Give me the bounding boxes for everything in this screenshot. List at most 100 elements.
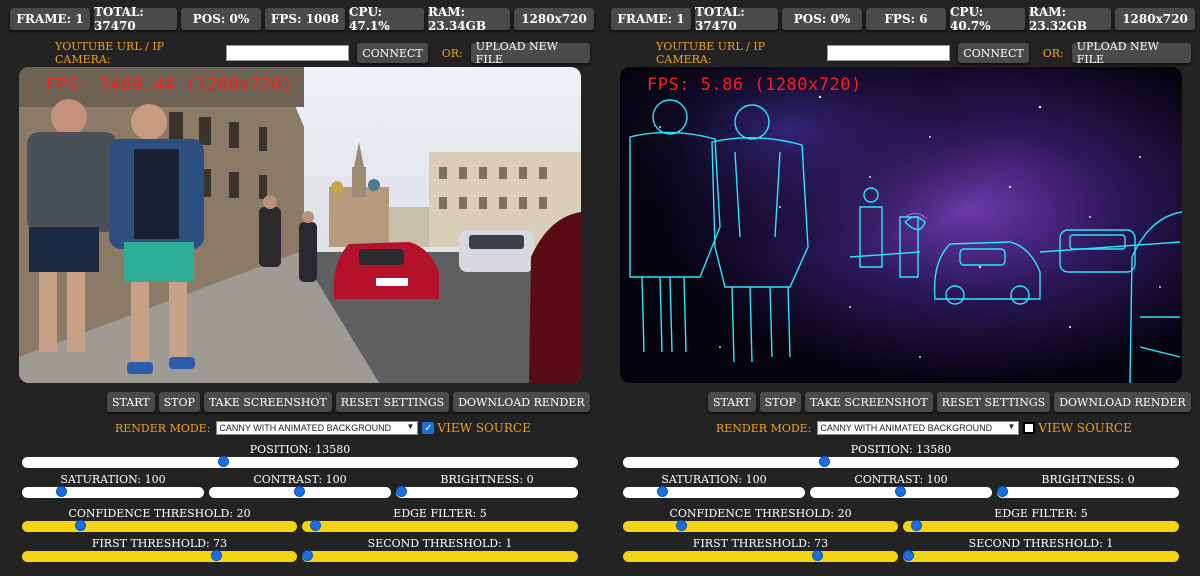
brightness-label: BRIGHTNESS: 0 <box>440 473 534 486</box>
reset-settings-button[interactable]: RESET SETTINGS <box>936 392 1051 412</box>
download-render-button[interactable]: DOWNLOAD RENDER <box>1054 392 1191 412</box>
resolution-stat: 1280x720 <box>1115 8 1195 30</box>
ram-stat: RAM: 23.32GB <box>1029 5 1111 33</box>
or-label: OR: <box>441 46 463 60</box>
screenshot-button[interactable]: TAKE SCREENSHOT <box>804 392 933 412</box>
edge-filter-slider[interactable] <box>903 520 1179 532</box>
url-input[interactable] <box>225 45 350 61</box>
control-buttons: START STOP TAKE SCREENSHOT RESET SETTING… <box>708 392 1191 412</box>
right-panel: FRAME: 1 TOTAL: 37470 POS: 0% FPS: 6 CPU… <box>601 0 1195 576</box>
confidence-slider[interactable] <box>623 520 898 532</box>
slider-thumb[interactable] <box>74 520 86 531</box>
first-threshold-slider[interactable] <box>22 550 297 562</box>
position-slider[interactable] <box>22 456 578 468</box>
slider-thumb[interactable] <box>309 520 321 531</box>
stats-bar: FRAME: 1 TOTAL: 37470 POS: 0% FPS: 1008 … <box>10 5 594 33</box>
saturation-label: SATURATION: 100 <box>60 473 166 486</box>
slider-thumb[interactable] <box>211 550 223 561</box>
slider-thumb[interactable] <box>910 520 922 531</box>
slider-thumb[interactable] <box>294 486 305 497</box>
saturation-slider[interactable] <box>623 486 805 498</box>
cpu-stat: CPU: 47.1% <box>349 5 424 33</box>
slider-thumb[interactable] <box>812 550 824 561</box>
slider-thumb[interactable] <box>997 486 1008 497</box>
position-label: POSITION: 13580 <box>850 443 952 456</box>
chevron-down-icon: ▼ <box>1007 422 1016 431</box>
view-source-label: VIEW SOURCE <box>437 421 531 435</box>
position-slider[interactable] <box>623 456 1179 468</box>
street-scene-image <box>19 67 581 383</box>
frame-stat: FRAME: 1 <box>611 8 691 30</box>
view-source-checkbox[interactable] <box>1023 422 1036 434</box>
control-buttons: START STOP TAKE SCREENSHOT RESET SETTING… <box>107 392 590 412</box>
render-mode-value: CANNY WITH ANIMATED BACKGROUND <box>219 423 392 433</box>
slider-thumb[interactable] <box>302 550 313 561</box>
brightness-label: BRIGHTNESS: 0 <box>1041 473 1135 486</box>
start-button[interactable]: START <box>708 392 756 412</box>
resolution-stat: 1280x720 <box>514 8 594 30</box>
position-label: POSITION: 13580 <box>249 443 351 456</box>
screenshot-button[interactable]: TAKE SCREENSHOT <box>203 392 332 412</box>
slider-thumb[interactable] <box>56 486 67 497</box>
checkmark-icon: ✓ <box>424 422 433 434</box>
second-threshold-slider[interactable] <box>903 550 1179 562</box>
url-label: YOUTUBE URL / IP CAMERA: <box>55 40 165 66</box>
render-mode-select[interactable]: CANNY WITH ANIMATED BACKGROUND ▼ <box>817 421 1020 435</box>
brightness-slider[interactable] <box>997 486 1179 498</box>
second-threshold-slider[interactable] <box>302 550 578 562</box>
slider-thumb[interactable] <box>818 456 830 467</box>
slider-thumb[interactable] <box>675 520 687 531</box>
first-threshold-label: FIRST THRESHOLD: 73 <box>91 537 228 550</box>
slider-thumb[interactable] <box>217 456 229 467</box>
contrast-label: CONTRAST: 100 <box>854 473 948 486</box>
cpu-stat: CPU: 40.7% <box>950 5 1025 33</box>
render-mode-row: RENDER MODE: CANNY WITH ANIMATED BACKGRO… <box>716 421 1132 435</box>
confidence-label: CONFIDENCE THRESHOLD: 20 <box>68 507 251 520</box>
edge-filter-slider[interactable] <box>302 520 578 532</box>
contrast-label: CONTRAST: 100 <box>253 473 347 486</box>
contrast-slider[interactable] <box>209 486 391 498</box>
render-mode-select[interactable]: CANNY WITH ANIMATED BACKGROUND ▼ <box>216 421 419 435</box>
download-render-button[interactable]: DOWNLOAD RENDER <box>453 392 590 412</box>
saturation-slider[interactable] <box>22 486 204 498</box>
fps-stat: FPS: 6 <box>866 8 946 30</box>
second-threshold-label: SECOND THRESHOLD: 1 <box>968 537 1114 550</box>
url-row: YOUTUBE URL / IP CAMERA: CONNECT OR: UPL… <box>55 40 590 66</box>
edge-filter-label: EDGE FILTER: 5 <box>994 507 1088 520</box>
stats-bar: FRAME: 1 TOTAL: 37470 POS: 0% FPS: 6 CPU… <box>611 5 1195 33</box>
stop-button[interactable]: STOP <box>759 392 801 412</box>
first-threshold-slider[interactable] <box>623 550 898 562</box>
fps-stat: FPS: 1008 <box>265 8 345 30</box>
start-button[interactable]: START <box>107 392 155 412</box>
slider-thumb[interactable] <box>895 486 906 497</box>
stop-button[interactable]: STOP <box>158 392 200 412</box>
slider-thumb[interactable] <box>903 550 914 561</box>
total-stat: TOTAL: 37470 <box>94 5 177 33</box>
render-mode-label: RENDER MODE: <box>115 421 211 435</box>
connect-button[interactable]: CONNECT <box>958 43 1029 63</box>
or-label: OR: <box>1042 46 1064 60</box>
render-mode-value: CANNY WITH ANIMATED BACKGROUND <box>820 423 993 433</box>
canny-render-image <box>620 67 1182 383</box>
left-panel: FRAME: 1 TOTAL: 37470 POS: 0% FPS: 1008 … <box>0 0 594 576</box>
connect-button[interactable]: CONNECT <box>357 43 428 63</box>
upload-button[interactable]: UPLOAD NEW FILE <box>1071 40 1191 66</box>
render-mode-label: RENDER MODE: <box>716 421 812 435</box>
frame-stat: FRAME: 1 <box>10 8 90 30</box>
edge-filter-label: EDGE FILTER: 5 <box>393 507 487 520</box>
url-input[interactable] <box>826 45 951 61</box>
second-threshold-label: SECOND THRESHOLD: 1 <box>367 537 513 550</box>
slider-thumb[interactable] <box>657 486 668 497</box>
view-source-checkbox[interactable]: ✓ <box>422 422 435 434</box>
pos-stat: POS: 0% <box>782 8 862 30</box>
fps-overlay: FPS: 5.86 (1280x720) <box>647 75 862 95</box>
contrast-slider[interactable] <box>810 486 992 498</box>
slider-thumb[interactable] <box>396 486 407 497</box>
reset-settings-button[interactable]: RESET SETTINGS <box>335 392 450 412</box>
upload-button[interactable]: UPLOAD NEW FILE <box>470 40 590 66</box>
total-stat: TOTAL: 37470 <box>695 5 778 33</box>
url-label: YOUTUBE URL / IP CAMERA: <box>656 40 766 66</box>
brightness-slider[interactable] <box>396 486 578 498</box>
confidence-slider[interactable] <box>22 520 297 532</box>
chevron-down-icon: ▼ <box>406 422 415 431</box>
